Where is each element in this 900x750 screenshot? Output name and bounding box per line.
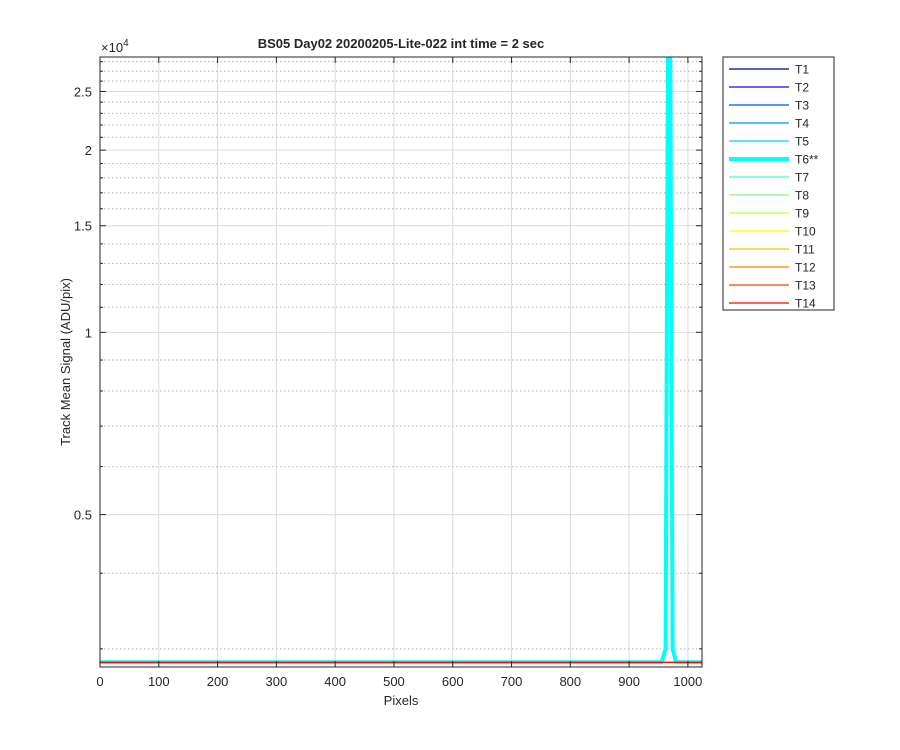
x-axis-label: Pixels bbox=[384, 693, 419, 708]
x-tick-label: 300 bbox=[266, 674, 288, 689]
legend-label: T4 bbox=[795, 117, 809, 131]
legend-label: T2 bbox=[795, 81, 809, 95]
y-tick-label: 1.5 bbox=[74, 219, 92, 234]
x-tick-label: 0 bbox=[96, 674, 103, 689]
x-tick-label: 400 bbox=[324, 674, 346, 689]
y-axis-label: Track Mean Signal (ADU/pix) bbox=[58, 278, 73, 446]
y-exponent-base: ×10 bbox=[101, 40, 123, 55]
x-tick-label: 800 bbox=[559, 674, 581, 689]
legend-label: T14 bbox=[795, 297, 816, 311]
y-tick-label: 2 bbox=[85, 143, 92, 158]
legend-label: T10 bbox=[795, 225, 816, 239]
legend-label: T11 bbox=[795, 243, 815, 257]
legend-label: T12 bbox=[795, 261, 816, 275]
chart-title: BS05 Day02 20200205-Lite-022 int time = … bbox=[258, 36, 545, 51]
y-exponent-power: 4 bbox=[123, 38, 129, 49]
chart-figure: 0 100 200 300 400 500 600 700 800 900 1000 0.5 1 1.5 2… bbox=[0, 0, 900, 750]
legend-box bbox=[722, 56, 835, 311]
x-tick-label: 700 bbox=[501, 674, 523, 689]
x-tick-label: 100 bbox=[148, 674, 170, 689]
legend-label: T9 bbox=[795, 207, 809, 221]
plot-area bbox=[100, 57, 702, 667]
legend-label: T5 bbox=[795, 135, 809, 149]
x-tick-label: 500 bbox=[383, 674, 405, 689]
x-tick-label: 900 bbox=[618, 674, 640, 689]
x-tick-label: 200 bbox=[207, 674, 229, 689]
legend-label: T1 bbox=[795, 63, 809, 77]
legend-label: T6** bbox=[795, 153, 819, 167]
x-tick-label: 1000 bbox=[673, 674, 702, 689]
plot-axes: 0 100 200 300 400 500 600 700 800 900 1000 0.5 1 1.5 2… bbox=[74, 56, 703, 689]
legend-label: T13 bbox=[795, 279, 816, 293]
legend-label: T3 bbox=[795, 99, 809, 113]
legend: T1 T2 T3 T4 T5 T6** T7 T8 T9 T10 T11 T12 T13 T14 bbox=[722, 56, 835, 311]
y-tick-label: 2.5 bbox=[74, 84, 92, 99]
x-tick-label: 600 bbox=[442, 674, 464, 689]
y-tick-label: 1 bbox=[85, 325, 92, 340]
legend-label: T8 bbox=[795, 189, 809, 203]
y-tick-label: 0.5 bbox=[74, 508, 92, 523]
legend-label: T7 bbox=[795, 171, 809, 185]
